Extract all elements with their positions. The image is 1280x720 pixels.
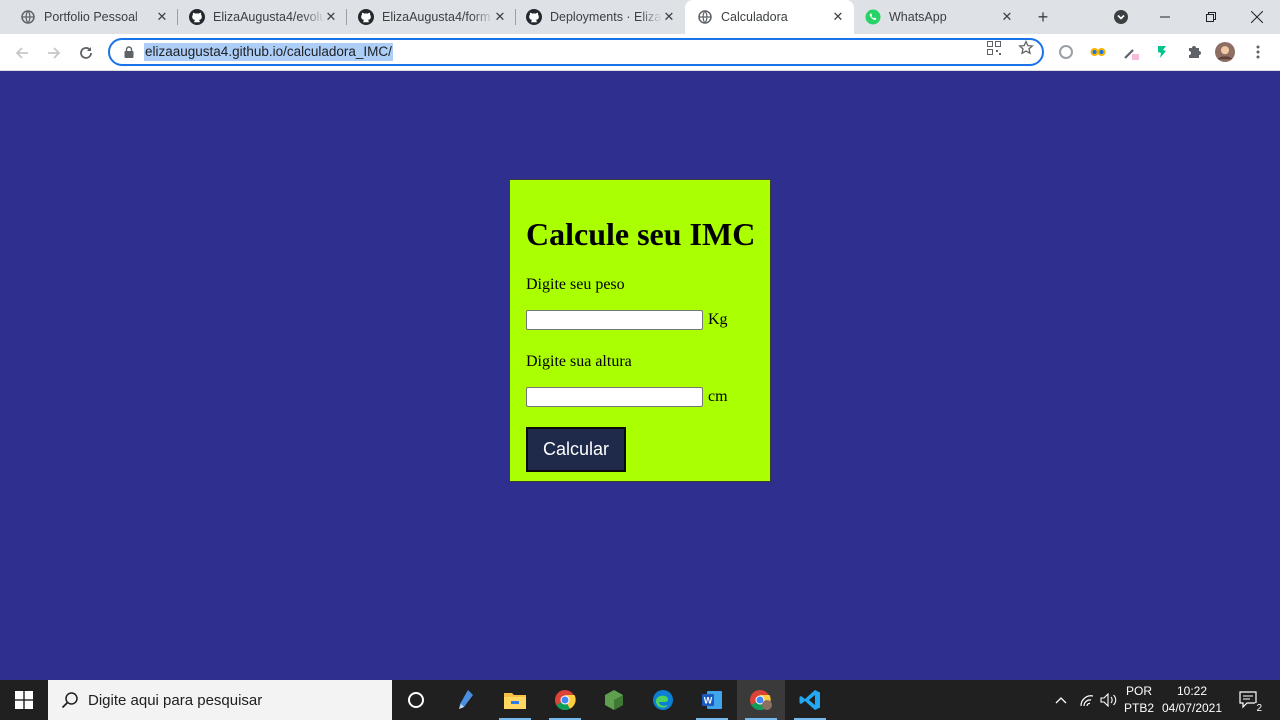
search-placeholder: Digite aqui para pesquisar <box>88 691 263 709</box>
profile-avatar[interactable] <box>1215 42 1235 62</box>
word-icon[interactable]: W <box>688 680 736 720</box>
network-icon[interactable] <box>1077 680 1097 720</box>
tab-whatsapp[interactable]: WhatsApp ✕ <box>854 0 1023 34</box>
menu-kebab-icon[interactable] <box>1248 42 1268 62</box>
file-explorer-icon[interactable] <box>491 680 539 720</box>
height-label: Digite sua altura <box>526 353 632 370</box>
weight-label: Digite seu peso <box>526 276 625 293</box>
tab-title: Calculadora <box>721 10 788 24</box>
minimize-icon[interactable] <box>1142 0 1188 34</box>
forward-arrow-icon[interactable] <box>40 39 68 67</box>
imc-calculator-card: Calcule seu IMC Digite seu peso Kg Digit… <box>509 179 771 482</box>
address-bar[interactable]: elizaaugusta4.github.io/calculadora_IMC/ <box>108 38 1044 66</box>
svg-text:W: W <box>704 696 713 706</box>
close-icon[interactable]: ✕ <box>323 9 339 25</box>
language-code: POR <box>1125 684 1152 698</box>
back-arrow-icon[interactable] <box>8 39 36 67</box>
extension-owl-icon[interactable] <box>1088 42 1108 62</box>
reload-icon[interactable] <box>72 39 100 67</box>
tab-deployments[interactable]: Deployments · Eliza ✕ <box>516 0 685 34</box>
height-row: cm <box>526 387 754 407</box>
page-viewport: Calcule seu IMC Digite seu peso Kg Digit… <box>0 71 1280 680</box>
notification-center-icon[interactable]: 2 <box>1232 680 1266 720</box>
windows-taskbar: Digite aqui para pesquisar W POR PTB2 10… <box>0 680 1280 720</box>
tab-title: ElizaAugusta4/form <box>382 10 491 24</box>
tab-github-evolu[interactable]: ElizaAugusta4/evolu ✕ <box>178 0 347 34</box>
github-icon <box>358 9 374 25</box>
height-unit: cm <box>708 388 728 405</box>
cortana-icon[interactable] <box>392 680 440 720</box>
close-icon[interactable]: ✕ <box>492 9 508 25</box>
chrome-profile-icon[interactable] <box>737 680 785 720</box>
tab-title: WhatsApp <box>889 10 947 24</box>
whatsapp-icon <box>865 9 881 25</box>
restore-icon[interactable] <box>1188 0 1234 34</box>
taskbar-search-box[interactable]: Digite aqui para pesquisar <box>48 680 392 720</box>
close-window-icon[interactable] <box>1234 0 1280 34</box>
page-title: Calcule seu IMC <box>526 216 756 252</box>
clock-date: 04/07/2021 <box>1161 701 1223 715</box>
globe-icon <box>20 9 36 25</box>
close-icon[interactable]: ✕ <box>999 9 1015 25</box>
clock-time: 10:22 <box>1176 684 1208 698</box>
bookmark-star-icon[interactable] <box>1017 39 1035 57</box>
windows-start-icon[interactable] <box>0 680 48 720</box>
tab-search-icon[interactable] <box>1109 5 1133 29</box>
qr-code-icon[interactable] <box>985 39 1003 57</box>
browser-toolbar: elizaaugusta4.github.io/calculadora_IMC/ <box>0 34 1280 71</box>
notification-count: 2 <box>1255 703 1263 714</box>
language-indicator[interactable]: POR PTB2 <box>1121 680 1157 720</box>
edge-icon[interactable] <box>639 680 687 720</box>
github-icon <box>526 9 542 25</box>
weight-unit: Kg <box>708 311 728 328</box>
close-icon[interactable]: ✕ <box>661 9 677 25</box>
globe-icon <box>697 9 713 25</box>
close-icon[interactable]: ✕ <box>154 9 170 25</box>
extension-circle-icon[interactable] <box>1056 42 1076 62</box>
volume-icon[interactable] <box>1098 680 1120 720</box>
chrome-icon[interactable] <box>541 680 589 720</box>
url-text: elizaaugusta4.github.io/calculadora_IMC/ <box>144 43 393 61</box>
pen-workspace-icon[interactable] <box>442 680 490 720</box>
extension-figure-icon[interactable] <box>1152 42 1172 62</box>
weight-input[interactable] <box>526 310 703 330</box>
tab-calculadora[interactable]: Calculadora ✕ <box>685 0 854 34</box>
calculate-button[interactable]: Calcular <box>526 427 626 472</box>
weight-row: Kg <box>526 310 754 330</box>
tray-chevron-up-icon[interactable] <box>1050 680 1072 720</box>
tab-github-form[interactable]: ElizaAugusta4/form ✕ <box>347 0 516 34</box>
lock-icon[interactable] <box>122 45 136 59</box>
extensions-puzzle-icon[interactable] <box>1184 42 1204 62</box>
tab-strip: Portfolio Pessoal ✕ ElizaAugusta4/evolu … <box>0 0 1280 34</box>
tab-title: ElizaAugusta4/evolu <box>213 10 325 24</box>
tab-title: Portfolio Pessoal <box>44 10 138 24</box>
node-cube-icon[interactable] <box>590 680 638 720</box>
close-icon[interactable]: ✕ <box>830 9 846 25</box>
new-tab-plus-icon[interactable]: + <box>1031 5 1055 29</box>
tab-title: Deployments · Eliza <box>550 10 662 24</box>
tab-portfolio[interactable]: Portfolio Pessoal ✕ <box>0 0 178 34</box>
keyboard-layout: PTB2 <box>1123 701 1154 715</box>
extension-eyedropper-icon[interactable] <box>1121 42 1141 62</box>
height-input[interactable] <box>526 387 703 407</box>
github-icon <box>189 9 205 25</box>
clock[interactable]: 10:22 04/07/2021 <box>1159 680 1225 720</box>
vscode-icon[interactable] <box>786 680 834 720</box>
search-icon <box>60 690 80 710</box>
